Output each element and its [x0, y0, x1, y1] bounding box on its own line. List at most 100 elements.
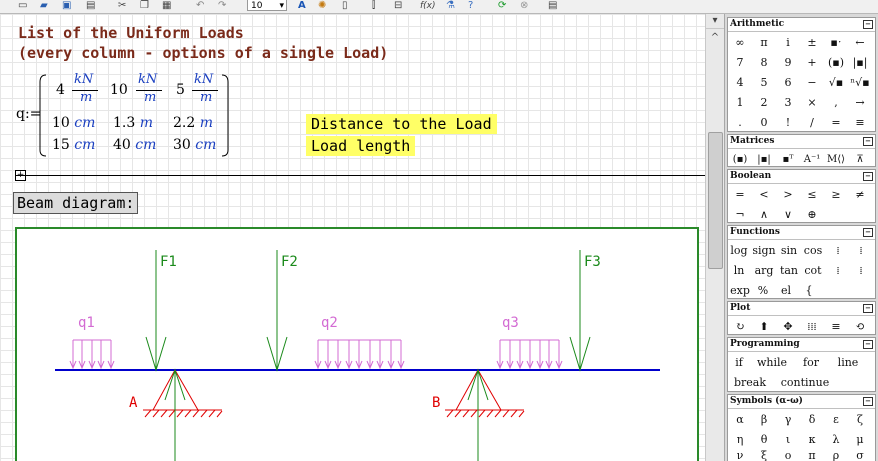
- if-button[interactable]: if: [728, 356, 750, 369]
- digit-3-button[interactable]: 3: [776, 96, 800, 109]
- collapse-icon[interactable]: −: [863, 340, 873, 349]
- comma-button[interactable]: ,: [824, 96, 848, 109]
- imaginary-button[interactable]: i: [776, 36, 800, 49]
- greater-than-button[interactable]: >: [776, 188, 800, 201]
- iota-button[interactable]: ι: [776, 433, 800, 446]
- absolute-button[interactable]: |▪|: [848, 56, 872, 69]
- log-button[interactable]: log: [728, 244, 750, 257]
- sin-button[interactable]: sin: [778, 244, 800, 257]
- plus-minus-button[interactable]: ±: [800, 36, 824, 49]
- nu-button[interactable]: ν: [728, 449, 752, 461]
- exp-button[interactable]: exp: [728, 284, 752, 297]
- sum-button[interactable]: ⁞: [826, 244, 850, 257]
- factorial-button[interactable]: !: [776, 116, 800, 129]
- xor-button[interactable]: ⊕: [800, 208, 824, 221]
- lambda-button[interactable]: λ: [824, 433, 848, 446]
- product-button[interactable]: ⁞: [850, 244, 872, 257]
- digit-2-button[interactable]: 2: [752, 96, 776, 109]
- tan-button[interactable]: tan: [778, 264, 800, 277]
- greater-equal-button[interactable]: ≥: [824, 188, 848, 201]
- piecewise-button[interactable]: {: [798, 284, 820, 297]
- less-equal-button[interactable]: ≤: [800, 188, 824, 201]
- scroll-up-arrow[interactable]: ^: [706, 31, 724, 45]
- symbolic-eval-button[interactable]: →: [848, 96, 872, 109]
- divide-button[interactable]: /: [800, 116, 824, 129]
- for-button[interactable]: for: [794, 356, 828, 369]
- rho-button[interactable]: ρ: [824, 449, 848, 461]
- delta-button[interactable]: δ: [800, 413, 824, 426]
- font-size-dropdown[interactable]: 10 ▾: [247, 0, 287, 11]
- color-palette-icon[interactable]: ✺: [318, 0, 326, 12]
- stop-icon[interactable]: ⊗: [520, 0, 528, 12]
- alpha-button[interactable]: α: [728, 413, 752, 426]
- gamma-button[interactable]: γ: [776, 413, 800, 426]
- open-icon[interactable]: ▰: [40, 0, 48, 12]
- ln-button[interactable]: ln: [728, 264, 750, 277]
- while-button[interactable]: while: [750, 356, 794, 369]
- plot-refresh-icon[interactable]: ⟲: [848, 320, 872, 333]
- power-button[interactable]: ▪ˑ: [824, 36, 848, 49]
- collapse-icon[interactable]: −: [863, 304, 873, 313]
- sqrt-button[interactable]: √▪: [824, 76, 848, 89]
- collapse-icon[interactable]: −: [863, 137, 873, 146]
- epsilon-button[interactable]: ε: [824, 413, 848, 426]
- definition-button[interactable]: ≡: [848, 116, 872, 129]
- digit-6-button[interactable]: 6: [776, 76, 800, 89]
- integral-button[interactable]: ⁞: [826, 264, 850, 277]
- beam-diagram[interactable]: F1 F2 F3 q1 q2 q3 A B: [15, 227, 699, 461]
- digit-5-button[interactable]: 5: [752, 76, 776, 89]
- continue-button[interactable]: continue: [772, 376, 838, 389]
- percent-button[interactable]: %: [752, 284, 774, 297]
- plot-grid-icon[interactable]: ⁞⁞⁞: [800, 320, 824, 333]
- theta-button[interactable]: θ: [752, 433, 776, 446]
- mu-button[interactable]: μ: [848, 433, 872, 446]
- plot-rotate-icon[interactable]: ↻: [728, 320, 752, 333]
- plus-button[interactable]: +: [800, 56, 824, 69]
- kappa-button[interactable]: κ: [800, 433, 824, 446]
- nth-root-button[interactable]: ⁿ√▪: [848, 76, 872, 89]
- collapse-icon[interactable]: −: [863, 397, 873, 406]
- help-icon[interactable]: ?: [468, 0, 473, 12]
- collapse-icon[interactable]: −: [863, 228, 873, 237]
- sigma-button[interactable]: σ: [848, 449, 872, 461]
- minus-button[interactable]: −: [800, 76, 824, 89]
- xi-button[interactable]: ξ: [752, 449, 776, 461]
- redo-icon[interactable]: ↷: [218, 0, 226, 12]
- omicron-button[interactable]: ο: [776, 449, 800, 461]
- element-button[interactable]: el: [774, 284, 798, 297]
- parentheses-button[interactable]: (▪): [824, 56, 848, 69]
- and-button[interactable]: ∧: [752, 208, 776, 221]
- zeta-button[interactable]: ζ: [848, 413, 872, 426]
- arg-button[interactable]: arg: [750, 264, 778, 277]
- plot-move-icon[interactable]: ✥: [776, 320, 800, 333]
- matrix-definition[interactable]: q:= 4 kN m 10 kN m 5 kN m 10 cm 1.3 m 2.…: [16, 72, 246, 158]
- or-button[interactable]: ∨: [776, 208, 800, 221]
- digit-4-button[interactable]: 4: [728, 76, 752, 89]
- derivative-button[interactable]: ⁞: [850, 264, 872, 277]
- matrix-insert-button[interactable]: (▪): [728, 154, 752, 165]
- inverse-button[interactable]: A⁻¹: [800, 154, 824, 165]
- insert-unit-icon[interactable]: ⚗: [446, 0, 455, 12]
- vectorize-button[interactable]: ⊼: [848, 154, 872, 165]
- decimal-point-button[interactable]: .: [728, 116, 752, 129]
- new-icon[interactable]: ▭: [18, 0, 27, 12]
- eta-button[interactable]: η: [728, 433, 752, 446]
- digit-0-button[interactable]: 0: [752, 116, 776, 129]
- not-button[interactable]: ¬: [728, 208, 752, 221]
- insert-function-icon[interactable]: f(x): [420, 0, 436, 12]
- palettes-icon[interactable]: ▤: [548, 0, 557, 12]
- pi-symbol-button[interactable]: π: [800, 449, 824, 461]
- align-vertical-icon[interactable]: ⫿: [372, 0, 375, 12]
- bool-equal-button[interactable]: =: [728, 188, 752, 201]
- copy-icon[interactable]: ❐: [140, 0, 149, 12]
- determinant-button[interactable]: |▪|: [752, 154, 776, 165]
- sign-button[interactable]: sign: [750, 244, 778, 257]
- assign-button[interactable]: ←: [848, 36, 872, 49]
- cut-icon[interactable]: ✂: [118, 0, 126, 12]
- digit-7-button[interactable]: 7: [728, 56, 752, 69]
- plot-lines-icon[interactable]: ≡: [824, 320, 848, 333]
- collapse-icon[interactable]: −: [863, 172, 873, 181]
- text-icon[interactable]: A: [298, 0, 306, 12]
- multiply-button[interactable]: ×: [800, 96, 824, 109]
- break-button[interactable]: break: [728, 376, 772, 389]
